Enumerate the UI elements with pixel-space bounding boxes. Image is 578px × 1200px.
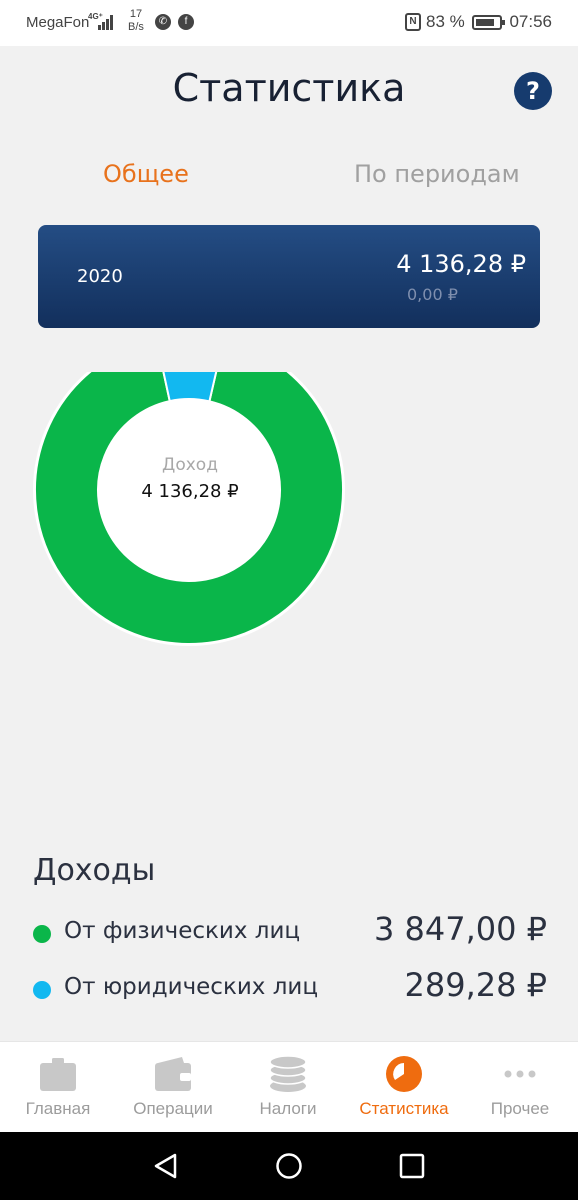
donut-center-caption: Доход	[162, 455, 218, 475]
year-secondary-amount: 0,00 ₽	[407, 285, 458, 304]
legend-dot-blue	[33, 981, 51, 999]
clock: 07:56	[509, 12, 552, 31]
help-button[interactable]: ?	[514, 72, 552, 110]
nav-item-statistics[interactable]: Статистика	[346, 1042, 462, 1133]
nav-item-taxes[interactable]: Налоги	[230, 1042, 346, 1133]
income-section-title: Доходы	[33, 853, 156, 888]
legend-dot-green	[33, 925, 51, 943]
year-label: 2020	[77, 266, 123, 287]
bottom-navigation: Главная Операции Налоги Статистика Проче…	[0, 1041, 578, 1132]
year-income-amount: 4 136,28 ₽	[396, 250, 526, 278]
more-icon	[504, 1070, 536, 1078]
nfc-icon: N	[405, 13, 421, 31]
year-summary-card[interactable]: 2020 4 136,28 ₽ 0,00 ₽	[38, 225, 540, 328]
income-row-label: От физических лиц	[64, 918, 301, 944]
status-bar: MegaFon 4G⁺ 17 B/s ✆ f N 83 % 07:56	[0, 0, 578, 46]
income-donut-chart	[0, 372, 380, 662]
income-row-label: От юридических лиц	[64, 974, 319, 1000]
nav-item-more[interactable]: Прочее	[462, 1042, 578, 1133]
battery-fill	[476, 19, 494, 26]
speed-unit: B/s	[128, 21, 144, 33]
briefcase-icon	[40, 1058, 76, 1091]
carrier-name: MegaFon	[26, 14, 90, 31]
income-row-amount: 3 847,00 ₽	[373, 910, 547, 948]
nav-label: Главная	[25, 1099, 91, 1118]
back-icon[interactable]	[152, 1152, 178, 1180]
donut-svg	[33, 372, 345, 646]
income-row-individuals: От физических лиц 3 847,00 ₽	[0, 910, 578, 960]
battery-icon	[472, 15, 505, 30]
nav-label: Налоги	[259, 1099, 317, 1118]
tab-periods[interactable]: По периодам	[354, 160, 520, 188]
donut-center-value: 4 136,28 ₽	[141, 481, 239, 502]
pie-chart-icon	[386, 1056, 422, 1092]
nav-item-home[interactable]: Главная	[0, 1042, 116, 1133]
recents-icon[interactable]	[399, 1152, 425, 1180]
speed-value: 17	[129, 8, 143, 20]
phone-icon: ✆	[155, 14, 171, 30]
signal-icon	[98, 15, 116, 30]
coins-icon	[269, 1055, 307, 1092]
home-icon[interactable]	[275, 1152, 303, 1180]
wallet-icon	[155, 1057, 191, 1091]
network-speed: 17 B/s	[128, 8, 144, 34]
nav-item-operations[interactable]: Операции	[115, 1042, 231, 1133]
facebook-icon: f	[178, 14, 194, 30]
nav-label: Операции	[133, 1099, 213, 1118]
question-icon: ?	[526, 77, 540, 105]
nav-label: Статистика	[359, 1099, 449, 1118]
system-navigation-bar	[0, 1132, 578, 1200]
battery-percent: 83 %	[426, 12, 465, 31]
page-title: Статистика	[172, 66, 406, 110]
tab-general[interactable]: Общее	[103, 160, 189, 188]
income-row-amount: 289,28 ₽	[404, 966, 548, 1004]
nav-label: Прочее	[490, 1099, 550, 1118]
income-row-companies: От юридических лиц 289,28 ₽	[0, 966, 578, 1016]
